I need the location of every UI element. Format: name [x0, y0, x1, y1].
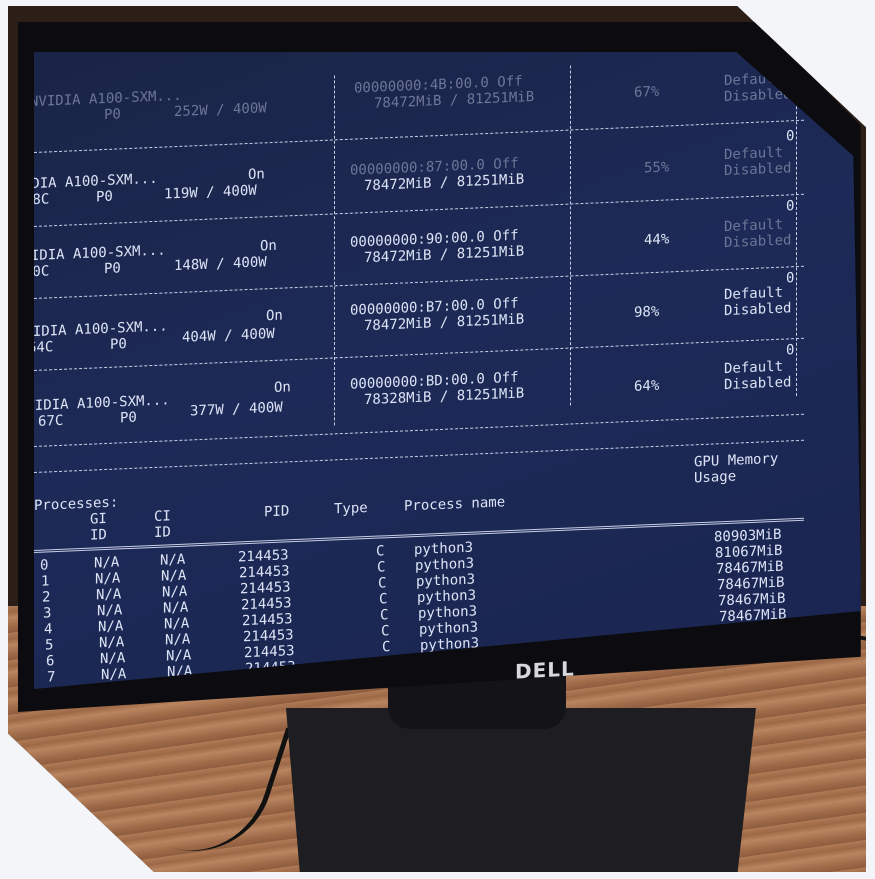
process-ci-id: N/A [167, 663, 193, 681]
process-gi-id: N/A [95, 570, 121, 588]
process-gpu-index: 3 [43, 605, 52, 622]
gpu-util: 98% [634, 303, 660, 321]
column-divider [570, 65, 571, 406]
gpu-ecc: 0 [786, 342, 795, 359]
gpu-persistence: On [274, 379, 291, 396]
gpu-power: 404W / 400W [182, 325, 275, 346]
row-separator [34, 193, 804, 227]
gpu-mig-mode: Disabled [724, 86, 792, 106]
process-ci-id: N/A [161, 567, 187, 585]
gpu-perf: P0 [104, 106, 121, 124]
process-gpu-memory: 78467MiB [720, 622, 788, 642]
gpu-util: 64% [634, 377, 660, 395]
gpu-ecc: 0 [786, 198, 795, 215]
process-gpu-index: 6 [46, 653, 55, 670]
process-gpu-index: 7 [47, 669, 56, 686]
gpu-temp: 64C [34, 339, 54, 357]
monitor-stand-base [286, 708, 756, 872]
process-type: C [381, 623, 390, 640]
header-gi-id: ID [90, 526, 107, 544]
gpu-perf: P0 [96, 188, 113, 206]
process-gpu-memory: 78467MiB [719, 606, 787, 626]
gpu-persistence: On [248, 166, 265, 184]
gpu-perf: P0 [104, 260, 121, 278]
process-gpu-memory: 78323MiB [721, 638, 789, 658]
header-process-name: Process name [404, 494, 506, 515]
terminal-screen: NVIDIA A100-SXM... P0 252W / 400W 000000… [34, 52, 861, 689]
nvidia-smi-output: NVIDIA A100-SXM... P0 252W / 400W 000000… [34, 52, 861, 689]
process-pid: 214453 [245, 659, 296, 678]
process-ci-id: N/A [164, 615, 190, 633]
gpu-mig-mode: Disabled [724, 232, 792, 252]
process-gi-id: N/A [94, 554, 120, 572]
column-divider [796, 56, 797, 397]
gpu-temp: 67C [38, 412, 64, 430]
gpu-power: 148W / 400W [174, 254, 267, 275]
process-type: C [380, 607, 389, 624]
gpu-persistence: On [260, 237, 277, 255]
gpu-temp: 58C [34, 191, 50, 209]
gpu-ecc: 0 [786, 128, 795, 145]
monitor: NVIDIA A100-SXM... P0 252W / 400W 000000… [18, 22, 861, 712]
process-gi-id: N/A [99, 634, 125, 652]
header-ci: CI [154, 508, 171, 525]
gpu-mig-mode: Disabled [724, 374, 792, 394]
gpu-util: 55% [644, 159, 670, 177]
header-gpu-memory: GPU Memory [694, 450, 779, 471]
gpu-power: 252W / 400W [174, 100, 267, 121]
gpu-perf: P0 [120, 409, 137, 427]
header-gi: GI [90, 510, 107, 528]
gpu-persistence: On [266, 307, 283, 325]
process-gpu-index: 1 [41, 573, 50, 590]
header-pid: PID [264, 503, 290, 521]
header-ci-id: ID [154, 524, 171, 541]
process-gpu-index: 2 [42, 589, 51, 606]
process-gi-id: N/A [100, 650, 126, 668]
process-type: C [382, 639, 391, 656]
header-usage: Usage [694, 468, 737, 487]
gpu-util: 44% [644, 231, 670, 249]
gpu-ecc: 0 [786, 270, 795, 287]
process-type: C [378, 575, 387, 592]
process-type: C [377, 559, 386, 576]
process-ci-id: N/A [165, 631, 191, 649]
process-gi-id: N/A [96, 586, 122, 604]
row-separator [34, 265, 804, 299]
gpu-power: 119W / 400W [164, 182, 257, 203]
photo: NVIDIA A100-SXM... P0 252W / 400W 000000… [8, 6, 866, 872]
gpu-power: 377W / 400W [190, 399, 283, 420]
process-type: C [376, 543, 385, 560]
gpu-name: NVIDIA A100-SXM... [34, 318, 168, 341]
process-ci-id: N/A [160, 551, 186, 569]
process-gi-id: N/A [98, 618, 124, 636]
process-gi-id: N/A [101, 666, 127, 684]
gpu-util: 67% [634, 83, 660, 101]
processes-border-top [34, 439, 804, 473]
process-name: python3 [420, 635, 480, 654]
process-gi-id: N/A [97, 602, 123, 620]
row-separator [34, 337, 804, 371]
gpu-mig-mode: Disabled [724, 300, 792, 320]
process-ci-id: N/A [162, 583, 188, 601]
column-divider [334, 75, 335, 426]
gpu-name: NVIDIA A100-SXM... [34, 392, 170, 415]
gpu-temp: 60C [34, 263, 50, 281]
row-separator [34, 119, 804, 153]
process-gpu-index: 5 [45, 637, 54, 654]
process-ci-id: N/A [166, 647, 192, 665]
gpu-mig-mode: Disabled [724, 160, 792, 180]
gpu-perf: P0 [110, 336, 127, 353]
process-gpu-index: 4 [44, 621, 53, 638]
process-ci-id: N/A [163, 599, 189, 617]
gpu-name: NVIDIA A100-SXM... [34, 242, 166, 265]
process-type: C [379, 591, 388, 608]
row-separator [34, 413, 804, 447]
header-type: Type [334, 500, 368, 518]
process-gpu-index: 0 [40, 557, 49, 574]
